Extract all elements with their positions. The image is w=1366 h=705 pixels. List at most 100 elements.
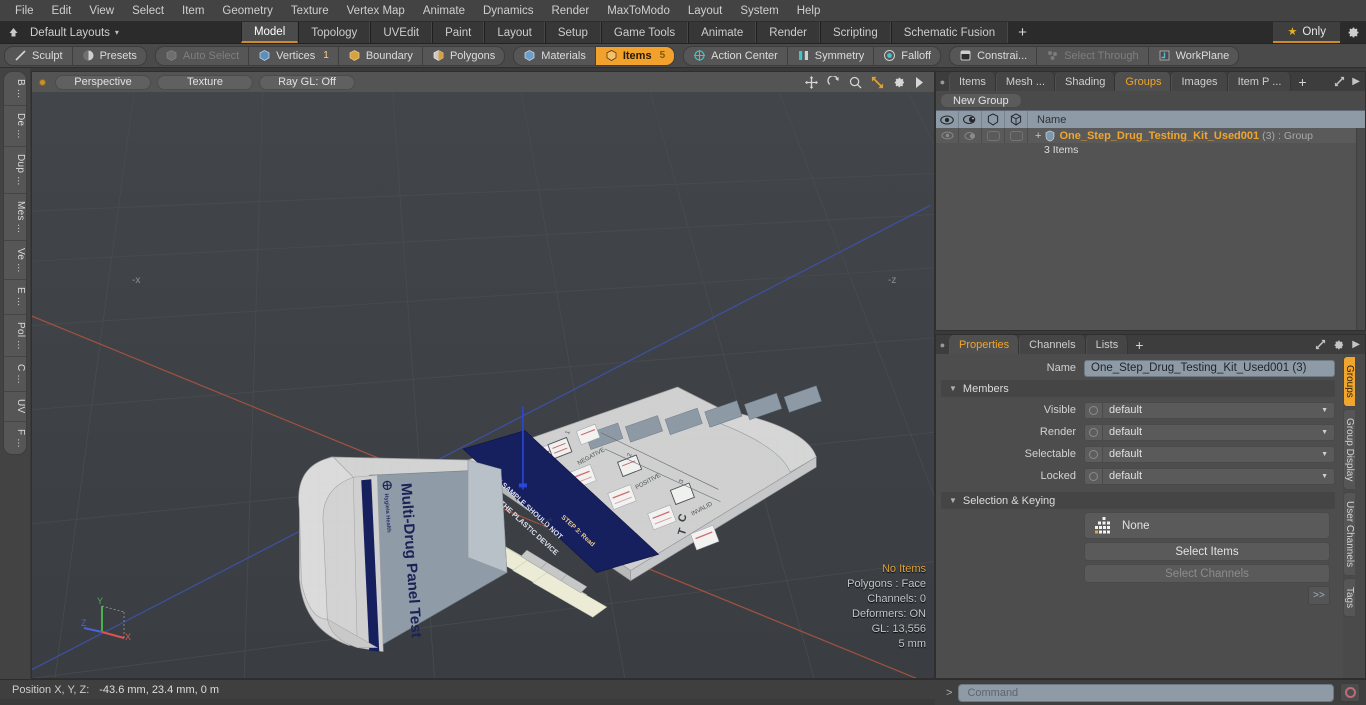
selectable-knob[interactable] (1084, 445, 1102, 463)
layout-tab-scripting[interactable]: Scripting (819, 22, 891, 43)
chevron-right-icon[interactable]: ▶ (1352, 76, 1360, 87)
row-eye-toggle[interactable] (936, 128, 959, 143)
select-items-button[interactable]: Select Items (1084, 542, 1330, 561)
layout-tab-render[interactable]: Render (756, 22, 820, 43)
fit-icon[interactable] (871, 76, 884, 89)
left-tab-vertex[interactable]: Ve ... (4, 241, 26, 281)
visible-dropdown[interactable]: default ▼ (1084, 401, 1335, 419)
menu-item-animate[interactable]: Animate (414, 0, 474, 22)
render-knob[interactable] (1084, 423, 1102, 441)
gear-icon[interactable] (893, 76, 906, 89)
selectable-select[interactable]: default ▼ (1102, 445, 1335, 463)
vertices-button[interactable]: Vertices 1 (249, 46, 339, 65)
menu-item-file[interactable]: File (6, 0, 43, 22)
left-tab-mesh[interactable]: Mes ... (4, 194, 26, 241)
layout-tab-schematic-fusion[interactable]: Schematic Fusion (890, 22, 1009, 43)
locked-dropdown[interactable]: default ▼ (1084, 467, 1335, 485)
row-name-cell[interactable]: + One_Step_Drug_Testing_Kit_Used001 (3) … (1028, 128, 1365, 143)
column-shaded-cube[interactable] (982, 111, 1005, 128)
menu-item-select[interactable]: Select (123, 0, 173, 22)
tab-properties[interactable]: Properties (949, 335, 1020, 354)
left-tab-fusion[interactable]: F ... (4, 422, 26, 455)
row-wire-toggle[interactable] (1005, 128, 1028, 143)
left-tab-curve[interactable]: C ... (4, 357, 26, 393)
viewport-shading-dropdown[interactable]: Texture (157, 74, 253, 90)
add-properties-tab-button[interactable]: + (1128, 335, 1151, 354)
left-tab-deform[interactable]: De ... (4, 106, 26, 147)
items-button[interactable]: Items 5 (595, 46, 675, 65)
render-select[interactable]: default ▼ (1102, 423, 1335, 441)
viewport-view-mode-dropdown[interactable]: Perspective (55, 74, 151, 90)
record-icon[interactable] (1340, 683, 1360, 702)
menu-item-texture[interactable]: Texture (282, 0, 338, 22)
menu-item-maxtomodo[interactable]: MaxToModo (598, 0, 679, 22)
menu-item-vertex-map[interactable]: Vertex Map (338, 0, 414, 22)
layout-tab-animate[interactable]: Animate (688, 22, 757, 43)
new-group-button[interactable]: New Group (940, 93, 1022, 108)
boundary-button[interactable]: Boundary (339, 46, 423, 65)
name-field[interactable]: One_Step_Drug_Testing_Kit_Used001 (3) (1084, 359, 1335, 377)
layout-tab-model[interactable]: Model (240, 22, 299, 43)
selection-keying-section-header[interactable]: ▼ Selection & Keying (941, 492, 1335, 509)
table-row[interactable]: + One_Step_Drug_Testing_Kit_Used001 (3) … (936, 128, 1365, 143)
visible-select[interactable]: default ▼ (1102, 401, 1335, 419)
viewport-raygl-toggle[interactable]: Ray GL: Off (259, 74, 355, 90)
tab-item-properties[interactable]: Item P ... (1227, 72, 1292, 91)
menu-item-system[interactable]: System (731, 0, 787, 22)
expander-icon[interactable]: + (1035, 130, 1041, 142)
expand-icon[interactable] (1334, 76, 1345, 87)
left-tab-basic[interactable]: B ... (4, 72, 26, 107)
left-tab-edge[interactable]: E ... (4, 280, 26, 315)
layout-tab-paint[interactable]: Paint (432, 22, 485, 43)
right-tab-tags[interactable]: Tags (1343, 578, 1355, 618)
tab-lists[interactable]: Lists (1085, 335, 1129, 354)
locked-knob[interactable] (1084, 467, 1102, 485)
workplane-button[interactable]: WorkPlane (1149, 47, 1239, 65)
right-tab-user-channels[interactable]: User Channels (1343, 492, 1355, 577)
right-tab-groups[interactable]: Groups (1343, 356, 1355, 407)
menu-item-help[interactable]: Help (788, 0, 830, 22)
default-layouts-dropdown[interactable]: Default Layouts ▾ (26, 22, 129, 43)
3d-viewport[interactable]: C T C T NEGATIVE POSITIVE INVALID 1 2 3 (32, 92, 934, 678)
gear-icon[interactable] (1333, 339, 1345, 351)
falloff-button[interactable]: Falloff (874, 47, 940, 65)
expand-more-button[interactable]: >> (1308, 586, 1330, 605)
add-panel-tab-button[interactable]: + (1291, 72, 1314, 91)
left-tab-uv[interactable]: UV (4, 392, 26, 422)
expand-icon[interactable] (1315, 339, 1326, 350)
tab-channels[interactable]: Channels (1019, 335, 1086, 354)
properties-menu-dot[interactable]: ● (936, 335, 949, 354)
left-tab-polygon[interactable]: Pol ... (4, 315, 26, 358)
layout-tab-layout[interactable]: Layout (484, 22, 545, 43)
right-tab-group-display[interactable]: Group Display (1343, 408, 1355, 491)
menu-item-geometry[interactable]: Geometry (213, 0, 282, 22)
tab-images[interactable]: Images (1171, 72, 1228, 91)
column-eye[interactable] (936, 111, 959, 128)
add-layout-tab-button[interactable]: + (1008, 22, 1037, 43)
row-shaded-toggle[interactable] (982, 128, 1005, 143)
render-dropdown[interactable]: default ▼ (1084, 423, 1335, 441)
rotate-icon[interactable] (827, 75, 840, 89)
move-icon[interactable] (805, 75, 818, 89)
tab-shading[interactable]: Shading (1055, 72, 1116, 91)
menu-item-render[interactable]: Render (542, 0, 598, 22)
play-arrow-icon[interactable] (915, 76, 924, 88)
tab-mesh[interactable]: Mesh ... (995, 72, 1056, 91)
visible-knob[interactable] (1084, 401, 1102, 419)
column-render[interactable] (959, 111, 982, 128)
none-selection-button[interactable]: None (1084, 512, 1330, 539)
tab-groups[interactable]: Groups (1115, 72, 1172, 91)
viewport-menu-dot[interactable] (39, 78, 46, 86)
select-through-button[interactable]: Select Through (1037, 46, 1149, 65)
layout-tab-game-tools[interactable]: Game Tools (600, 22, 689, 43)
action-center-button[interactable]: Action Center (684, 46, 788, 65)
constraint-button[interactable]: Constrai... (950, 46, 1038, 65)
layout-tab-uvedit[interactable]: UVEdit (370, 22, 433, 43)
layout-tab-topology[interactable]: Topology (298, 22, 371, 43)
menu-item-edit[interactable]: Edit (43, 0, 81, 22)
zoom-icon[interactable] (849, 76, 862, 89)
home-icon[interactable] (0, 22, 26, 43)
layout-tab-setup[interactable]: Setup (544, 22, 601, 43)
locked-select[interactable]: default ▼ (1102, 467, 1335, 485)
menu-item-dynamics[interactable]: Dynamics (474, 0, 542, 22)
